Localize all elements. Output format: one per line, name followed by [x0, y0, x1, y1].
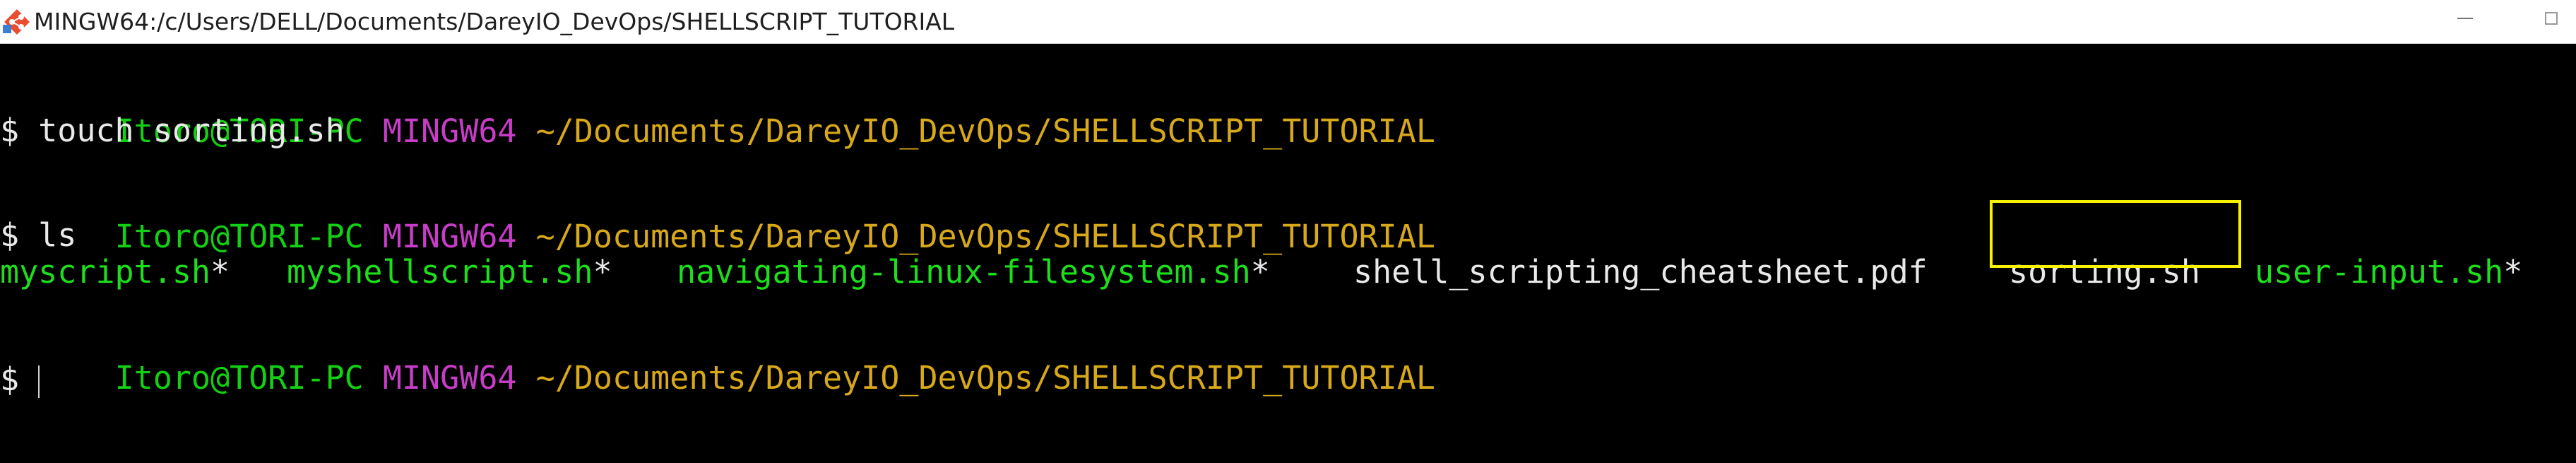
minimize-icon: [2457, 18, 2473, 19]
file-entry: myscript.sh*: [0, 253, 230, 291]
prompt-env: MINGW64: [382, 218, 517, 255]
minimize-button[interactable]: [2440, 0, 2490, 37]
maximize-button[interactable]: [2527, 0, 2576, 37]
file-entry: user-input.sh*: [2255, 253, 2523, 291]
prompt-path: ~/Documents/DareyIO_DevOps/SHELLSCRIPT_T…: [535, 218, 1435, 255]
title-bar: MINGW64:/c/Users/DELL/Documents/DareyIO_…: [0, 0, 2576, 44]
window-title: MINGW64:/c/Users/DELL/Documents/DareyIO_…: [34, 8, 955, 35]
maximize-icon: [2545, 12, 2558, 25]
prompt-env: MINGW64: [382, 112, 517, 150]
git-bash-icon: [3, 9, 30, 35]
file-entry: shell_scripting_cheatsheet.pdf: [1353, 253, 1928, 291]
file-entry: navigating-linux-filesystem.sh*: [677, 253, 1270, 291]
prompt-line: Itoro@TORI-PC MINGW64 ~/Documents/DareyI…: [0, 78, 1435, 149]
prompt-path: ~/Documents/DareyIO_DevOps/SHELLSCRIPT_T…: [535, 112, 1435, 150]
prompt-env: MINGW64: [382, 359, 517, 397]
prompt-user-host: Itoro@TORI-PC: [114, 359, 364, 397]
command-line: $ ls: [0, 216, 77, 254]
command-line[interactable]: $: [0, 362, 40, 398]
prompt-line: Itoro@TORI-PC MINGW64 ~/Documents/DareyI…: [0, 184, 1435, 254]
prompt-user-host: Itoro@TORI-PC: [114, 218, 364, 255]
command-line: $ touch sorting.sh: [0, 112, 345, 149]
prompt-path: ~/Documents/DareyIO_DevOps/SHELLSCRIPT_T…: [535, 359, 1435, 397]
terminal-window: MINGW64:/c/Users/DELL/Documents/DareyIO_…: [0, 0, 2576, 463]
file-entry: myshellscript.sh*: [287, 253, 612, 291]
highlight-box: [1990, 200, 2241, 268]
text-cursor: [38, 365, 40, 398]
prompt-line: Itoro@TORI-PC MINGW64 ~/Documents/DareyI…: [0, 325, 1435, 396]
